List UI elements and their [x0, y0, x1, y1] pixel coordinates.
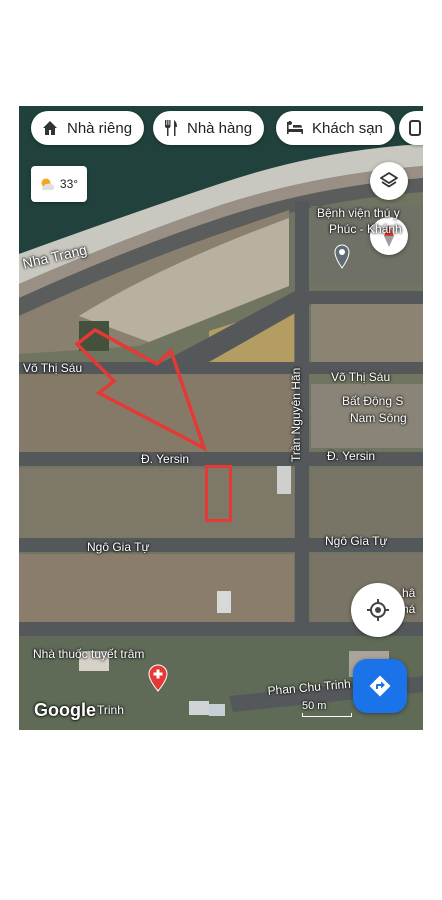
vet-label-line2: Phúc - Khánh [329, 222, 402, 236]
street-yersin-west: Đ. Yersin [141, 452, 190, 466]
restaurant-icon [163, 119, 179, 137]
pharmacy-pin-icon[interactable] [147, 664, 169, 697]
directions-icon [368, 674, 392, 698]
place-right-edge-1: hâ [402, 586, 416, 600]
home-icon [41, 119, 59, 137]
weather-temp: 33° [59, 177, 79, 191]
street-ngo-gia-tu-east: Ngô Gia Tự [325, 534, 388, 548]
chip-home[interactable]: Nhà riêng [31, 111, 145, 145]
google-logo: Google [34, 700, 96, 720]
scale-label: 50 m [302, 700, 327, 712]
chip-hotel-label: Khách sạn [312, 119, 383, 137]
vet-pin-icon[interactable] [333, 243, 351, 274]
directions-button[interactable] [353, 659, 407, 713]
layers-icon [379, 171, 399, 191]
weather-badge[interactable]: 33° [31, 166, 87, 202]
street-tran-nguyen-han: Trần Nguyên Hãn [289, 367, 303, 462]
chip-hotel[interactable]: Khách sạn [276, 111, 395, 145]
chip-restaurant[interactable]: Nhà hàng [153, 111, 265, 145]
chip-home-label: Nhà riêng [67, 119, 133, 137]
pharmacy-label: Nhà thuốc tuyết trâm [33, 647, 145, 661]
street-yersin-east: Đ. Yersin [327, 449, 376, 463]
street-trinh: Trinh [97, 703, 124, 717]
estate-label-line1: Bất Động S [342, 394, 404, 408]
map-view[interactable]: Nhà riêng Nhà hàng Khách sạn 33° Bệnh vi… [19, 106, 423, 730]
layers-button[interactable] [370, 162, 408, 200]
my-location-icon [365, 597, 391, 623]
scale-bar [302, 713, 352, 717]
my-location-button[interactable] [351, 583, 405, 637]
chip-restaurant-label: Nhà hàng [187, 119, 253, 137]
vet-label-line1: Bệnh viện thú y [317, 206, 400, 220]
street-vo-thi-sau-east: Võ Thị Sáu [331, 370, 391, 384]
sun-cloud-icon [40, 177, 56, 191]
more-chip-icon [409, 120, 421, 136]
street-vo-thi-sau-west: Võ Thị Sáu [23, 361, 83, 375]
estate-label-line2: Nam Sông [350, 411, 407, 425]
hotel-icon [286, 120, 304, 136]
street-ngo-gia-tu-west: Ngô Gia Tự [87, 540, 150, 554]
highlighted-lot-marker [205, 465, 232, 522]
